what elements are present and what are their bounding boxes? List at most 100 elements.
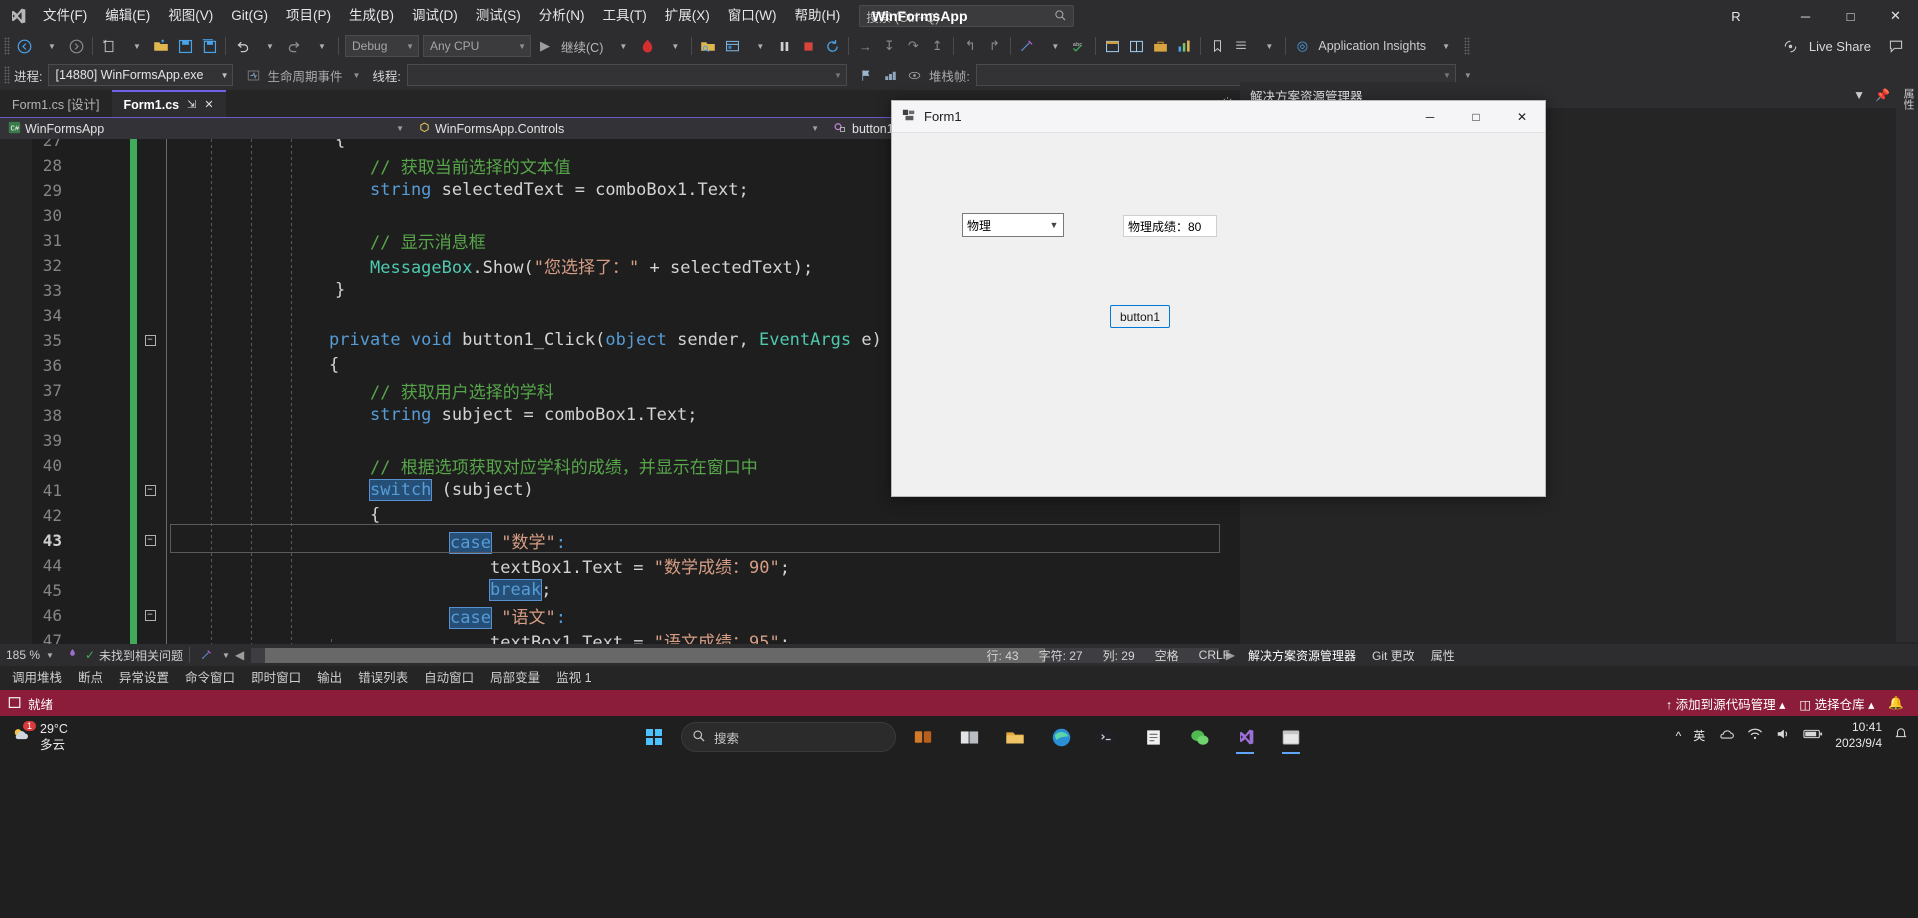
- folder-icon[interactable]: [996, 720, 1034, 754]
- solution-platform-combo[interactable]: Any CPU ▼: [423, 35, 531, 57]
- indentation-mode[interactable]: 空格: [1145, 647, 1189, 664]
- step-into-icon[interactable]: ↧: [877, 34, 901, 58]
- add-to-source-control[interactable]: ↑ 添加到源代码管理 ▴: [1666, 694, 1786, 713]
- tab-form1-code[interactable]: Form1.cs ⇲ ✕: [111, 90, 226, 117]
- tray-expand-chevron-icon[interactable]: ^: [1676, 729, 1682, 743]
- debug-tab-watch1[interactable]: 监视 1: [548, 666, 599, 690]
- debug-windows-dropdown-icon[interactable]: ▼: [748, 34, 772, 58]
- ime-language-indicator[interactable]: 英: [1693, 727, 1705, 744]
- debug-windows-icon[interactable]: [720, 34, 744, 58]
- stack-frame-flag-icon[interactable]: [855, 63, 879, 87]
- menu-item-edit[interactable]: 编辑(E): [96, 0, 159, 32]
- redo-nav-icon[interactable]: ↱: [982, 34, 1006, 58]
- fold-column[interactable]: −: [137, 484, 163, 496]
- tool-window-dropdown-icon[interactable]: ▼: [1853, 88, 1865, 102]
- code-analysis-dropdown-icon[interactable]: ▼: [1043, 34, 1067, 58]
- hot-reload-icon[interactable]: [635, 34, 659, 58]
- toolbar-grip[interactable]: [4, 37, 10, 55]
- notifications-bell-icon[interactable]: 🔔: [1888, 696, 1904, 711]
- feedback-icon[interactable]: [1884, 34, 1908, 58]
- application-insights-dropdown-icon[interactable]: ▼: [1434, 34, 1458, 58]
- form1-window[interactable]: Form1 ─ □ ✕ 物理 ▼ 物理成绩：80 button1: [891, 100, 1546, 497]
- debug-tab-locals[interactable]: 局部变量: [482, 666, 548, 690]
- menu-item-project[interactable]: 项目(P): [277, 0, 340, 32]
- solution-configuration-combo[interactable]: Debug ▼: [345, 35, 419, 57]
- debug-tab-immediate-window[interactable]: 即时窗口: [243, 666, 309, 690]
- thread-combo[interactable]: ▼: [406, 64, 847, 86]
- open-file-icon[interactable]: [149, 34, 173, 58]
- form1-maximize-button[interactable]: □: [1453, 101, 1499, 133]
- navigate-forward-icon[interactable]: [64, 34, 88, 58]
- continue-button-label[interactable]: 继续(C): [557, 37, 607, 56]
- window-maximize-button[interactable]: □: [1828, 0, 1873, 32]
- start-button[interactable]: [635, 720, 673, 754]
- se-tab-properties[interactable]: 属性: [1423, 647, 1463, 664]
- menu-item-view[interactable]: 视图(V): [159, 0, 222, 32]
- menu-item-file[interactable]: 文件(F): [34, 0, 96, 32]
- menu-item-help[interactable]: 帮助(H): [785, 0, 849, 32]
- list-icon[interactable]: [1229, 34, 1253, 58]
- redo-dropdown-icon[interactable]: ▼: [310, 34, 334, 58]
- form1-close-button[interactable]: ✕: [1499, 101, 1545, 133]
- fold-column[interactable]: −: [137, 534, 163, 546]
- code-analysis-icon[interactable]: [1015, 34, 1039, 58]
- step-over-icon[interactable]: ↷: [901, 34, 925, 58]
- taskbar-search[interactable]: 搜索: [681, 722, 896, 752]
- hscrollbar-thumb[interactable]: [265, 647, 1046, 663]
- collapse-icon[interactable]: −: [144, 334, 156, 346]
- button1[interactable]: button1: [1110, 305, 1170, 328]
- new-project-icon[interactable]: [97, 34, 121, 58]
- lifecycle-events-icon[interactable]: [241, 63, 265, 87]
- se-tab-solution-explorer[interactable]: 解决方案资源管理器: [1240, 647, 1364, 664]
- chevron-down-icon[interactable]: ▼: [396, 124, 404, 133]
- edge-browser-icon[interactable]: [1042, 720, 1080, 754]
- process-combo[interactable]: [14880] WinFormsApp.exe ▼: [48, 64, 234, 86]
- menu-item-build[interactable]: 生成(B): [340, 0, 403, 32]
- notification-center-icon[interactable]: [1894, 727, 1908, 744]
- debug-tab-autos[interactable]: 自动窗口: [416, 666, 482, 690]
- debug-tab-exception-settings[interactable]: 异常设置: [111, 666, 177, 690]
- fold-column[interactable]: −: [137, 609, 163, 621]
- collapse-icon[interactable]: −: [144, 484, 156, 496]
- scroll-left-arrow-icon[interactable]: ◀: [230, 648, 249, 662]
- select-repository[interactable]: ◫ 选择仓库 ▴: [1799, 694, 1874, 713]
- live-share-button[interactable]: Live Share: [1780, 34, 1874, 58]
- cloud-sync-icon[interactable]: [1717, 727, 1735, 744]
- continue-dropdown-icon[interactable]: ▼: [611, 34, 635, 58]
- debug-tab-output[interactable]: 输出: [309, 666, 350, 690]
- debug-tab-error-list[interactable]: 错误列表: [350, 666, 416, 690]
- fold-column[interactable]: −: [137, 334, 163, 346]
- chevron-down-icon[interactable]: ▼: [1045, 220, 1063, 230]
- stop-debugging-icon[interactable]: [796, 34, 820, 58]
- debug-tab-call-stack[interactable]: 调用堆栈: [4, 666, 70, 690]
- continue-play-icon[interactable]: ▶: [533, 34, 557, 58]
- list-dropdown-icon[interactable]: ▼: [1257, 34, 1281, 58]
- code-cleanup-dropdown-icon[interactable]: ▼: [222, 651, 230, 660]
- tab-form1-designer[interactable]: Form1.cs [设计]: [0, 90, 112, 117]
- properties-side-tab[interactable]: 属性: [1896, 82, 1918, 642]
- taskbar-clock[interactable]: 10:41 2023/9/4: [1835, 720, 1882, 751]
- save-all-icon[interactable]: [197, 34, 221, 58]
- menu-item-test[interactable]: 测试(S): [467, 0, 530, 32]
- toolbar-overflow[interactable]: [1464, 37, 1471, 55]
- redo-icon[interactable]: [282, 34, 306, 58]
- lifecycle-events-label[interactable]: 生命周期事件: [267, 66, 342, 85]
- debug-tab-command-window[interactable]: 命令窗口: [177, 666, 243, 690]
- visual-studio-taskbar-icon[interactable]: [1226, 720, 1264, 754]
- form1-title-bar[interactable]: Form1 ─ □ ✕: [892, 101, 1545, 133]
- spellcheck-icon[interactable]: abc: [1067, 34, 1091, 58]
- line-ending-mode[interactable]: CRLF: [1189, 648, 1240, 662]
- navigate-backward-dropdown-icon[interactable]: ▼: [40, 34, 64, 58]
- menu-item-git[interactable]: Git(G): [222, 0, 277, 32]
- taskview-button[interactable]: [904, 720, 942, 754]
- close-icon[interactable]: ✕: [204, 98, 213, 111]
- breadcrumb-class[interactable]: WinFormsApp.Controls ▼: [410, 118, 825, 140]
- code-line[interactable]: 47 textBox1.Text = "语文成绩：95";: [0, 625, 1240, 644]
- battery-icon[interactable]: [1803, 728, 1823, 743]
- score-textbox[interactable]: 物理成绩：80: [1123, 215, 1217, 237]
- form1-minimize-button[interactable]: ─: [1407, 101, 1453, 133]
- undo-icon[interactable]: [230, 34, 254, 58]
- volume-icon[interactable]: [1775, 727, 1791, 744]
- collapse-icon[interactable]: −: [144, 534, 156, 546]
- preview-changes-icon[interactable]: [1100, 34, 1124, 58]
